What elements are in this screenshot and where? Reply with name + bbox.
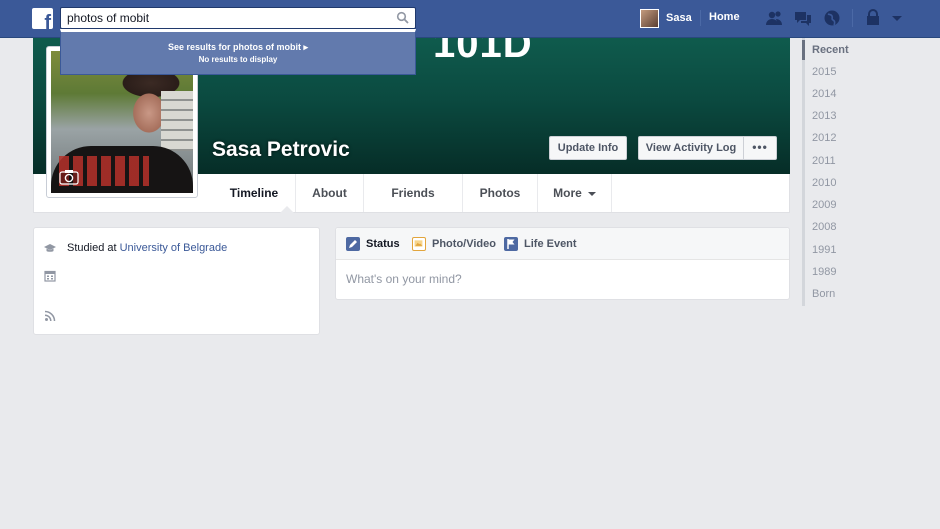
studied-at-label: Studied at [67,242,120,254]
see-results-label: See results for photos of mobit [167,42,301,52]
search-input[interactable] [61,8,381,28]
flag-icon [504,237,518,251]
year-item-2009[interactable]: 2009 [812,199,836,211]
search-suggestions-dropdown: See results for photos of mobit ▸ No res… [60,29,416,75]
facebook-logo-letter: f [44,12,51,29]
tab-friends-label: Friends [391,186,435,200]
notifications-globe-icon[interactable] [823,9,841,27]
tab-photos-label: Photos [479,186,521,200]
timeline-years-nav: Recent 2015 2014 2013 2012 2011 2010 200… [802,38,862,306]
facebook-logo-icon[interactable]: f [32,8,53,29]
profile-name[interactable]: Sasa Petrovic [212,138,350,162]
followers-row [44,308,67,324]
search-icon[interactable] [396,11,409,24]
composer-tab-status[interactable]: Status [346,237,400,251]
year-item-1991[interactable]: 1991 [812,244,836,256]
tab-timeline-label: Timeline [229,186,279,200]
chevron-right-icon: ▸ [303,42,309,52]
no-results-message: No results to display [198,55,278,64]
year-item-recent[interactable]: Recent [812,44,849,56]
messages-icon[interactable] [794,9,812,27]
year-item-2010[interactable]: 2010 [812,177,836,189]
year-item-1989[interactable]: 1989 [812,266,836,278]
composer-tabs: Status Photo/Video Life Event [336,228,789,260]
calendar-row [44,268,67,284]
tab-more[interactable]: More [538,174,612,212]
update-info-button[interactable]: Update Info [549,136,627,160]
avatar [640,8,659,28]
nav-divider [700,10,701,26]
search-box [60,7,416,29]
chevron-down-icon [587,191,596,196]
year-item-2008[interactable]: 2008 [812,221,836,233]
composer-tab-status-label: Status [366,238,400,250]
friend-requests-icon[interactable] [765,9,783,27]
camera-icon[interactable] [59,169,79,185]
photo-background [161,91,193,151]
year-item-born[interactable]: Born [812,288,835,300]
year-item-2012[interactable]: 2012 [812,132,836,144]
pencil-icon [346,237,360,251]
photo-icon [412,237,426,251]
education-row: Studied at University of Belgrade [44,240,227,256]
rss-feed-icon [44,310,56,322]
account-settings-chevron-down-icon[interactable] [888,9,902,27]
view-activity-log-button[interactable]: View Activity Log [638,136,744,160]
school-link[interactable]: University of Belgrade [120,242,228,254]
tab-about-label: About [312,186,347,200]
tab-about[interactable]: About [296,174,364,212]
active-year-indicator [802,40,805,60]
status-composer: Status Photo/Video Life Event What's on … [335,227,790,300]
tab-friends[interactable]: Friends [364,174,463,212]
year-item-2014[interactable]: 2014 [812,88,836,100]
user-profile-link[interactable]: Sasa [640,8,692,28]
year-item-2015[interactable]: 2015 [812,66,836,78]
education-text: Studied at University of Belgrade [67,242,227,254]
see-all-results-link[interactable]: See results for photos of mobit ▸ [61,42,415,53]
active-tab-indicator [280,206,294,213]
year-item-2013[interactable]: 2013 [812,110,836,122]
more-options-button[interactable]: ••• [743,136,777,160]
graduation-cap-icon [44,244,56,252]
tab-photos[interactable]: Photos [463,174,538,212]
status-input[interactable]: What's on your mind? [346,272,462,286]
cover-overlay-text: 101D [433,38,533,66]
composer-tab-life-event[interactable]: Life Event [504,237,577,251]
composer-tab-life-event-label: Life Event [524,238,577,250]
year-item-2011[interactable]: 2011 [812,155,836,167]
home-link[interactable]: Home [709,11,740,23]
nav-divider-right [852,9,853,27]
tab-more-label: More [553,186,582,200]
user-name: Sasa [666,12,692,24]
intro-card: Studied at University of Belgrade [33,227,320,335]
composer-tab-photo-video[interactable]: Photo/Video [412,237,496,251]
calendar-icon [44,270,56,282]
composer-tab-photo-video-label: Photo/Video [432,238,496,250]
privacy-shortcuts-icon[interactable] [864,9,882,27]
